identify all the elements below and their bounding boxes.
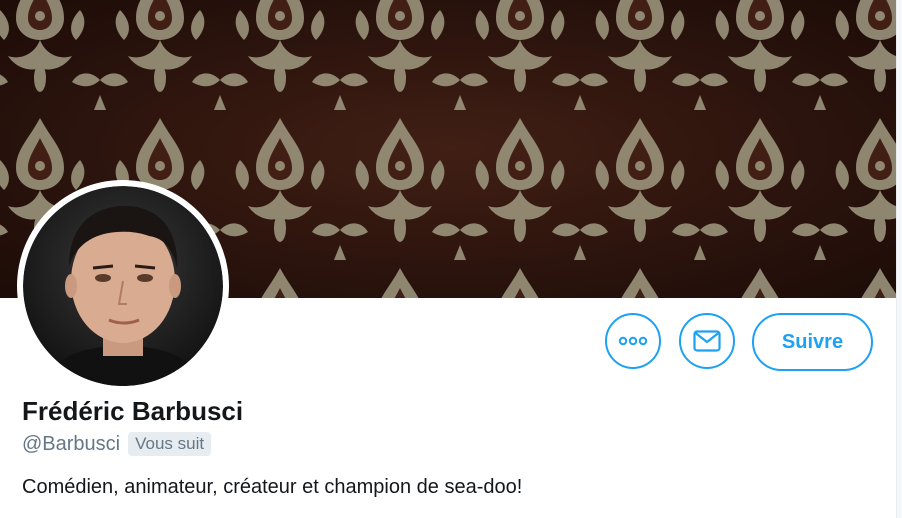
profile-handle: @Barbusci <box>22 432 121 455</box>
follow-button[interactable]: Suivre <box>752 313 873 371</box>
handle-row: @Barbusci Vous suit <box>22 430 212 458</box>
avatar-photo <box>23 186 223 386</box>
profile-page: Suivre Frédéric Barbusci @Barbusci Vous … <box>0 0 902 518</box>
profile-display-name: Frédéric Barbusci <box>22 396 244 426</box>
scrollbar-track[interactable] <box>896 0 902 518</box>
profile-bio: Comédien, animateur, créateur et champio… <box>22 476 523 498</box>
avatar[interactable] <box>17 180 229 392</box>
more-options-button[interactable] <box>605 313 661 369</box>
more-horizontal-icon <box>618 336 648 346</box>
direct-message-button[interactable] <box>679 313 735 369</box>
follows-you-badge: Vous suit <box>128 432 212 456</box>
envelope-icon <box>693 330 721 352</box>
